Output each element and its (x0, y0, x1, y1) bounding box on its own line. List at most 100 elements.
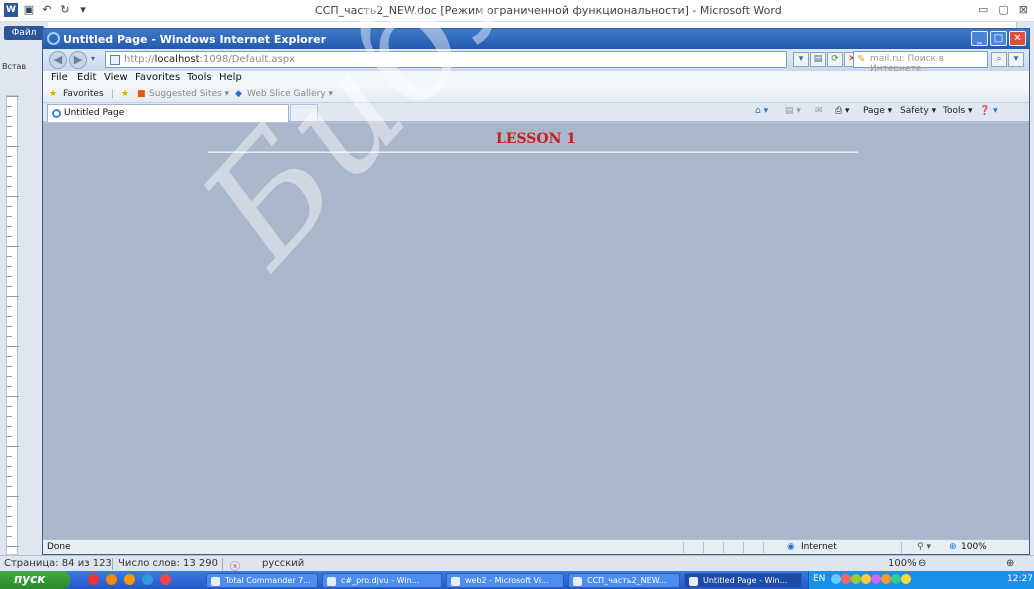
ruler-tick (7, 176, 12, 177)
menu-favorites[interactable]: Favorites (135, 72, 180, 83)
ie-title-bar: Untitled Page - Windows Internet Explore… (43, 29, 1029, 49)
tray-icons[interactable] (831, 574, 911, 587)
menu-edit[interactable]: Edit (77, 72, 96, 83)
redo-icon[interactable]: ↻ (58, 3, 72, 17)
tab-untitled-page[interactable]: Untitled Page (47, 104, 289, 122)
language-label[interactable]: русский (262, 558, 304, 569)
favorites-star-icon[interactable]: ★ (49, 89, 57, 99)
quick-launch-icon[interactable] (124, 574, 135, 585)
taskbar-item-visual-studio[interactable]: web2 - Microsoft Vi... (446, 573, 564, 588)
favorites-button[interactable]: Favorites (63, 89, 104, 99)
ruler-tick (7, 316, 12, 317)
address-dropdown-icon[interactable]: ▾ (793, 52, 809, 67)
zoom-icon[interactable]: ⊕ (949, 542, 957, 552)
close-icon[interactable]: ⊠ (1019, 3, 1028, 16)
taskbar-item-djvu[interactable]: c#_pro.djvu - Win... (322, 573, 442, 588)
clock[interactable]: 12:27 (1007, 574, 1033, 584)
search-input[interactable]: ✎ mail.ru: Поиск в Интернете (853, 51, 988, 74)
mail-icon[interactable]: ✉ (815, 106, 823, 116)
language-indicator[interactable]: EN (813, 574, 825, 584)
menu-tools[interactable]: Tools (187, 72, 212, 83)
protected-mode-icon[interactable]: ⚲ ▾ (917, 542, 931, 552)
ruler-tick (7, 296, 19, 297)
zoom-in-icon[interactable]: ⊕ (1006, 558, 1014, 569)
minimize-icon[interactable]: ▭ (978, 3, 988, 16)
ie-close-button[interactable]: ✕ (1009, 31, 1026, 46)
search-icon[interactable]: ⌕ (991, 52, 1007, 67)
history-dropdown-icon[interactable]: ▾ (91, 54, 95, 63)
restore-icon[interactable]: ▢ (998, 3, 1008, 16)
url-host: localhost (154, 54, 200, 65)
ruler-tick (7, 126, 12, 127)
word-status-bar: Страница: 84 из 123 Число слов: 13 290 ⓧ… (0, 555, 1034, 573)
menu-view[interactable]: View (104, 72, 128, 83)
ie-logo-icon (47, 32, 60, 45)
ie-minimize-button[interactable]: _ (971, 31, 988, 46)
security-zone[interactable]: Internet (801, 542, 837, 552)
lesson-heading: LESSON 1 (495, 131, 577, 147)
ruler-tick (7, 496, 19, 497)
word-window-title: ССП_часть2_NEW.doc [Режим ограниченной ф… (315, 4, 782, 17)
zoom-level[interactable]: 100% (888, 558, 917, 569)
suggested-sites-link[interactable]: Suggested Sites ▾ (149, 89, 229, 99)
taskbar-item-ie[interactable]: Untitled Page - Win... (684, 573, 802, 588)
ruler-tick (7, 466, 12, 467)
horizontal-rule (208, 151, 858, 153)
back-button[interactable]: ◀ (49, 51, 67, 69)
ruler-tick (7, 326, 12, 327)
compatibility-view-icon[interactable]: ▤ (810, 52, 826, 67)
status-text: Done (47, 542, 71, 552)
page-count[interactable]: Страница: 84 из 123 (4, 558, 112, 569)
ruler-tick (7, 446, 19, 447)
search-options-icon[interactable]: ▾ (1008, 52, 1024, 67)
quick-launch-icon[interactable] (160, 574, 171, 585)
taskbar: пуск Total Commander 7... c#_pro.djvu - … (0, 571, 1034, 589)
undo-icon[interactable]: ↶ (40, 3, 54, 17)
refresh-icon[interactable]: ⟳ (827, 52, 843, 67)
word-count[interactable]: Число слов: 13 290 (118, 558, 218, 569)
ruler-tick (7, 96, 19, 97)
page-content: LESSON 1 (43, 123, 1029, 539)
ruler-tick (7, 276, 12, 277)
ruler-tick (7, 346, 19, 347)
help-icon[interactable]: ❓ ▾ (979, 106, 998, 116)
url-input[interactable]: http://localhost:1098/Default.aspx (105, 51, 787, 68)
menu-file[interactable]: File (51, 72, 68, 83)
home-icon[interactable]: ⌂ ▾ (755, 106, 768, 116)
ruler-tick (7, 186, 12, 187)
menu-help[interactable]: Help (219, 72, 242, 83)
quick-launch-icon[interactable] (106, 574, 117, 585)
feeds-icon[interactable]: ▤ ▾ (785, 106, 801, 116)
start-button[interactable]: пуск (0, 571, 70, 589)
word-logo-icon[interactable]: W (4, 3, 18, 17)
word-window-controls: ▭ ▢ ⊠ (978, 3, 1028, 16)
customize-toolbar-icon[interactable]: ▾ (76, 3, 90, 17)
zoom-out-icon[interactable]: ⊖ (918, 558, 926, 569)
ruler-tick (7, 536, 12, 537)
ruler-tick (7, 546, 19, 547)
save-icon[interactable]: ▣ (22, 3, 36, 17)
add-favorite-icon[interactable]: ★ (121, 89, 129, 99)
taskbar-item-word[interactable]: ССП_часть2_NEW... (568, 573, 680, 588)
file-tab[interactable]: Файл (4, 26, 44, 40)
web-slice-icon: ◆ (235, 89, 242, 99)
forward-button[interactable]: ▶ (69, 51, 87, 69)
ie-maximize-button[interactable]: □ (990, 31, 1007, 46)
ruler-tick (7, 306, 12, 307)
new-tab-button[interactable] (290, 104, 318, 121)
ruler-tick (7, 216, 12, 217)
safety-menu[interactable]: Safety ▾ (900, 106, 936, 116)
quick-launch-icon[interactable] (142, 574, 153, 585)
ie-zoom-level[interactable]: 100% (961, 542, 987, 552)
ruler-tick (7, 236, 12, 237)
ruler-tick (7, 256, 12, 257)
ruler-tick (7, 486, 12, 487)
page-menu[interactable]: Page ▾ (863, 106, 892, 116)
quick-launch-icon[interactable] (88, 574, 99, 585)
ruler-tick (7, 196, 19, 197)
web-slice-gallery-link[interactable]: Web Slice Gallery ▾ (247, 89, 333, 99)
print-icon[interactable]: ⎙ ▾ (835, 106, 850, 116)
taskbar-item-total-commander[interactable]: Total Commander 7... (206, 573, 318, 588)
tools-menu[interactable]: Tools ▾ (943, 106, 973, 116)
ruler-tick (7, 386, 12, 387)
